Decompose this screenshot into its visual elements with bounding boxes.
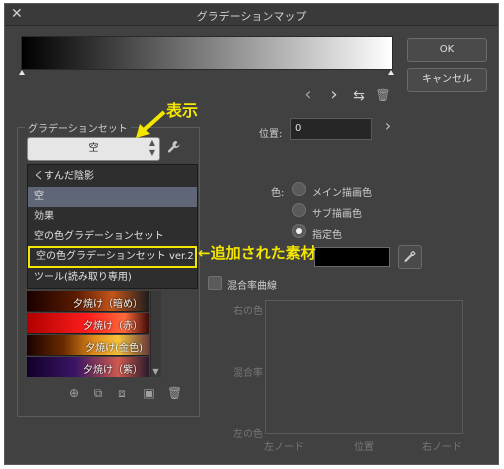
gradient-set-select[interactable]: 空 ▲ ▼ bbox=[27, 137, 160, 161]
window-title: グラデーションマップ bbox=[196, 10, 307, 23]
eyedropper-icon bbox=[404, 250, 416, 263]
radio-specified-color[interactable] bbox=[292, 224, 306, 238]
color-label: 色: bbox=[271, 188, 285, 199]
previous-node-icon[interactable]: ‹ bbox=[301, 84, 315, 105]
gradient-node-left[interactable] bbox=[19, 70, 25, 75]
curve-x-label-left: 左ノード bbox=[264, 442, 304, 453]
dropdown-item-highlighted[interactable]: 空の色グラデーションセット ver.2 bbox=[28, 246, 197, 268]
annotation-show: 表示 bbox=[166, 101, 199, 120]
position-label: 位置: bbox=[259, 129, 283, 140]
dropdown-item[interactable]: くすんだ陰影 bbox=[28, 167, 197, 187]
radio-sub-color[interactable] bbox=[292, 203, 306, 217]
radio-main-color[interactable] bbox=[292, 182, 306, 196]
add-icon[interactable]: ⊕ bbox=[67, 386, 81, 400]
gradient-list: 夕焼け（暗め） 夕焼け（赤） 夕焼け(金色) 夕焼け（紫） bbox=[27, 291, 149, 377]
duplicate-icon[interactable]: ⧈ bbox=[115, 386, 129, 401]
next-node-icon[interactable]: › bbox=[327, 84, 341, 105]
dropdown-item[interactable]: ツール(読み取り専用) bbox=[28, 268, 197, 288]
blend-curve-label: 混合率曲線 bbox=[227, 281, 277, 292]
gradient-node-right[interactable] bbox=[388, 70, 394, 75]
dropdown-item[interactable]: 空の色グラデーションセット bbox=[28, 227, 197, 247]
gradient-set-selected: 空 bbox=[88, 143, 99, 154]
curve-y-label-mid: 混合率 bbox=[233, 368, 263, 379]
radio-specified-color-label: 指定色 bbox=[312, 230, 342, 241]
title-bar: ✕ グラデーションマップ bbox=[5, 4, 498, 26]
delete-node-icon[interactable]: 🗑 bbox=[375, 88, 391, 102]
position-input[interactable]: 0 bbox=[290, 118, 372, 140]
position-arrow-icon[interactable]: › bbox=[382, 116, 394, 135]
gradient-set-dropdown: くすんだ陰影 空 効果 空の色グラデーションセット 空の色グラデーションセット … bbox=[27, 164, 198, 289]
select-arrows-icon: ▲ ▼ bbox=[148, 138, 155, 157]
curve-y-label-top: 右の色 bbox=[233, 306, 263, 317]
scroll-down-icon[interactable]: ▼ bbox=[150, 366, 161, 377]
gradient-item-label: 夕焼け（暗め） bbox=[73, 299, 143, 310]
gradient-item-label: 夕焼け(金色) bbox=[85, 343, 143, 354]
wrench-icon[interactable] bbox=[165, 140, 183, 158]
flip-gradient-icon[interactable]: ⇆ bbox=[351, 88, 367, 104]
new-set-icon[interactable]: ⧉ bbox=[91, 386, 105, 401]
dropdown-item[interactable]: 効果 bbox=[28, 207, 197, 227]
gradient-item[interactable]: 夕焼け（暗め） bbox=[27, 291, 149, 312]
gradient-item[interactable]: 夕焼け(金色) bbox=[27, 335, 149, 356]
color-swatch[interactable] bbox=[314, 247, 390, 267]
annotation-added: ←追加された素材 bbox=[198, 244, 316, 262]
annotation-arrow-icon bbox=[136, 110, 166, 138]
gradient-item-label: 夕焼け（紫） bbox=[83, 365, 143, 376]
eyedropper-button[interactable] bbox=[398, 245, 422, 269]
blend-curve-checkbox[interactable] bbox=[208, 276, 222, 290]
gradient-item[interactable]: 夕焼け（紫） bbox=[27, 357, 149, 377]
curve-y-label-bottom: 左の色 bbox=[233, 429, 263, 440]
gradient-map-dialog: ✕ グラデーションマップ OK キャンセル ‹ › ⇆ 🗑 位置: 0 › グラ… bbox=[4, 3, 499, 465]
gradient-preview-bar[interactable] bbox=[21, 36, 393, 70]
gradient-list-scrollbar[interactable] bbox=[150, 291, 161, 377]
gradient-item[interactable]: 夕焼け（赤） bbox=[27, 313, 149, 334]
dropdown-item-selected[interactable]: 空 bbox=[28, 187, 197, 207]
register-icon[interactable]: ▣ bbox=[141, 386, 157, 400]
blend-curve-graph[interactable] bbox=[265, 300, 463, 434]
curve-x-label-mid: 位置 bbox=[354, 442, 374, 453]
curve-x-label-right: 右ノード bbox=[422, 442, 462, 453]
ok-button[interactable]: OK bbox=[407, 38, 487, 62]
radio-sub-color-label: サブ描画色 bbox=[312, 209, 362, 220]
cancel-button[interactable]: キャンセル bbox=[407, 68, 487, 92]
gradient-set-title: グラデーションセット bbox=[25, 120, 131, 135]
gradient-item-label: 夕焼け（赤） bbox=[83, 321, 143, 332]
delete-icon[interactable]: 🗑 bbox=[167, 386, 182, 400]
radio-main-color-label: メイン描画色 bbox=[312, 188, 372, 199]
